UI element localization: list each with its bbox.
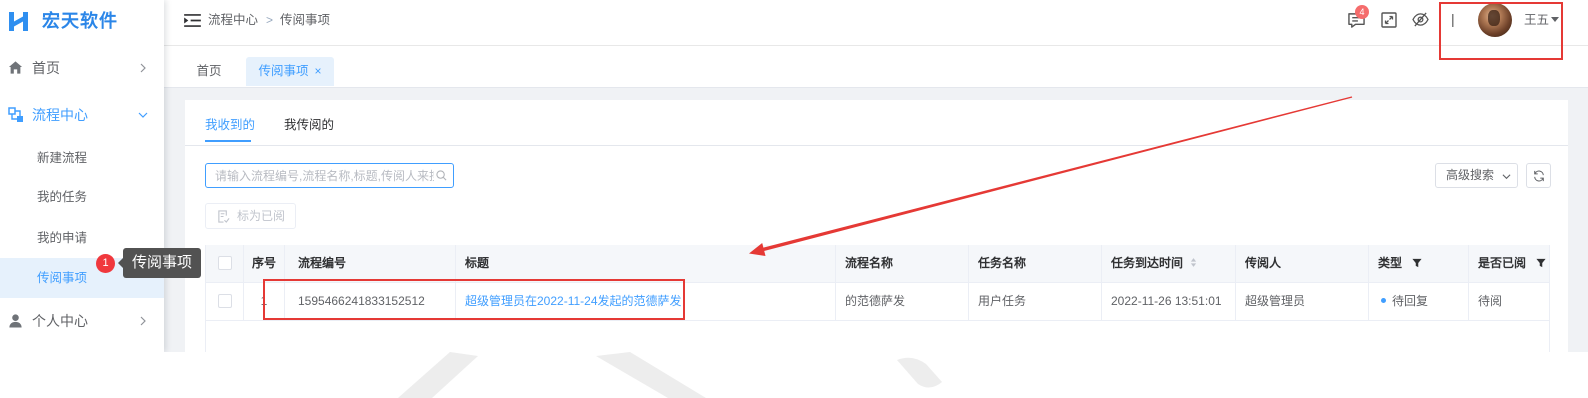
document-check-icon bbox=[217, 210, 230, 223]
type-label: 待回复 bbox=[1392, 294, 1429, 308]
cell-read-status: 待阅 bbox=[1478, 294, 1503, 308]
tab-home[interactable]: 首页 bbox=[185, 57, 233, 86]
sidebar-subitem-my-tasks[interactable]: 我的任务 bbox=[0, 177, 164, 217]
sidebar-subitem-label: 新建流程 bbox=[37, 151, 88, 165]
sidebar: 宏天软件 首页 流程中心 新建流程 我的任务 我的申请 传阅事项 个人中心 bbox=[0, 0, 164, 352]
status-dot-icon bbox=[1381, 298, 1386, 304]
cell-index: 1 bbox=[244, 283, 285, 320]
eye-off-icon[interactable] bbox=[1412, 12, 1429, 27]
avatar[interactable] bbox=[1478, 3, 1512, 37]
sidebar-subitem-new-process[interactable]: 新建流程 bbox=[0, 138, 164, 178]
sidebar-item-flow-center[interactable]: 流程中心 bbox=[0, 97, 164, 133]
cell-process-no: 1595466241833152512 bbox=[285, 283, 456, 320]
column-header-label: 类型 bbox=[1378, 256, 1403, 270]
column-header: 流程名称 bbox=[836, 245, 969, 282]
avatar-photo bbox=[1488, 10, 1500, 26]
advanced-search-button[interactable]: 高级搜索 bbox=[1435, 163, 1518, 188]
sort-icon[interactable] bbox=[1190, 257, 1197, 268]
sidebar-subitem-label: 我的申请 bbox=[37, 231, 88, 245]
mark-read-label: 标为已阅 bbox=[237, 209, 286, 223]
title-link[interactable]: 超级管理员在2022-11-24发起的范德萨发 bbox=[465, 294, 682, 308]
message-count-badge: 4 bbox=[1355, 5, 1369, 19]
caret-down-icon[interactable] bbox=[1551, 17, 1559, 22]
breadcrumb-separator: > bbox=[266, 13, 274, 27]
watermark bbox=[398, 352, 942, 398]
menu-fold-icon[interactable] bbox=[184, 14, 201, 27]
breadcrumb-item[interactable]: 流程中心 bbox=[208, 10, 258, 30]
top-header: 流程中心 > 传阅事项 4 | 王五 bbox=[164, 0, 1588, 46]
tab-sent[interactable]: 我传阅的 bbox=[284, 115, 334, 135]
app-window: 宏天软件 首页 流程中心 新建流程 我的任务 我的申请 传阅事项 个人中心 1 … bbox=[0, 0, 1588, 352]
breadcrumb-current: 传阅事项 bbox=[280, 13, 331, 27]
row-select-cell bbox=[206, 283, 244, 320]
column-header-label: 任务到达时间 bbox=[1111, 256, 1184, 270]
row-checkbox[interactable] bbox=[217, 293, 232, 308]
tab-circulation[interactable]: 传阅事项 × bbox=[246, 57, 334, 86]
circulation-table: 序号 流程编号 标题 流程名称 任务名称 任务到达时间 传阅人 类型 是否已阅 … bbox=[205, 245, 1550, 352]
filter-icon[interactable] bbox=[1536, 258, 1546, 268]
cell-task-name: 用户任务 bbox=[969, 283, 1102, 320]
step-badge: 1 bbox=[96, 254, 115, 273]
sidebar-item-home[interactable]: 首页 bbox=[0, 50, 164, 86]
search-input[interactable] bbox=[206, 164, 434, 187]
sidebar-tooltip: 传阅事项 bbox=[123, 248, 201, 278]
header-divider: | bbox=[1451, 11, 1455, 27]
select-all-cell bbox=[206, 245, 244, 282]
refresh-icon bbox=[1533, 170, 1545, 182]
chevron-down-icon bbox=[138, 110, 148, 120]
tab-label: 传阅事项 bbox=[258, 64, 309, 78]
chevron-right-icon bbox=[138, 316, 148, 326]
active-tab-underline bbox=[205, 140, 251, 142]
filter-icon[interactable] bbox=[1412, 258, 1422, 268]
tabs-divider bbox=[185, 145, 1568, 146]
search-icon[interactable] bbox=[436, 170, 447, 181]
sidebar-item-personal-center[interactable]: 个人中心 bbox=[0, 303, 164, 339]
sidebar-item-label: 流程中心 bbox=[32, 107, 88, 123]
column-header: 序号 bbox=[244, 245, 285, 282]
sidebar-subitem-label: 我的任务 bbox=[37, 190, 88, 204]
search-field[interactable] bbox=[205, 163, 454, 188]
tab-received[interactable]: 我收到的 bbox=[205, 115, 255, 135]
logo-h-icon bbox=[8, 9, 30, 33]
close-icon[interactable]: × bbox=[315, 64, 322, 78]
advanced-search-label: 高级搜索 bbox=[1446, 168, 1495, 182]
user-icon bbox=[8, 313, 24, 329]
home-icon bbox=[8, 60, 24, 76]
column-header-type: 类型 bbox=[1369, 245, 1469, 282]
content-card: 我收到的 我传阅的 高级搜索 标为已阅 bbox=[185, 100, 1568, 352]
column-header-arrival-time[interactable]: 任务到达时间 bbox=[1102, 245, 1236, 282]
column-header-label: 是否已阅 bbox=[1478, 256, 1527, 270]
column-header: 流程编号 bbox=[285, 245, 456, 282]
table-header-row: 序号 流程编号 标题 流程名称 任务名称 任务到达时间 传阅人 类型 是否已阅 bbox=[206, 245, 1549, 283]
sidebar-item-label: 首页 bbox=[32, 60, 60, 76]
user-name[interactable]: 王五 bbox=[1524, 10, 1549, 30]
cell-title: 超级管理员在2022-11-24发起的范德萨发 bbox=[456, 283, 836, 320]
chevron-down-icon bbox=[1502, 172, 1511, 181]
logo-text: 宏天软件 bbox=[42, 11, 118, 31]
column-header: 标题 bbox=[456, 245, 836, 282]
table-row[interactable]: 1 1595466241833152512 超级管理员在2022-11-24发起… bbox=[206, 283, 1549, 321]
column-header-read: 是否已阅 bbox=[1469, 245, 1550, 282]
cell-process-name: 的范德萨发 bbox=[836, 283, 969, 320]
select-all-checkbox[interactable] bbox=[217, 255, 232, 270]
column-header: 任务名称 bbox=[969, 245, 1102, 282]
sidebar-item-label: 个人中心 bbox=[32, 313, 88, 329]
column-header: 传阅人 bbox=[1236, 245, 1369, 282]
tab-label: 首页 bbox=[196, 64, 222, 78]
page-tabs-bar: 首页 传阅事项 × bbox=[164, 46, 1588, 88]
cell-type: 待回复 bbox=[1369, 283, 1469, 320]
refresh-button[interactable] bbox=[1526, 163, 1551, 188]
sidebar-subitem-label: 传阅事项 bbox=[37, 271, 88, 285]
chevron-right-icon bbox=[138, 63, 148, 73]
mark-read-button[interactable]: 标为已阅 bbox=[205, 203, 296, 229]
cell-sender: 超级管理员 bbox=[1236, 283, 1369, 320]
fullscreen-icon[interactable] bbox=[1381, 12, 1397, 28]
flow-icon bbox=[8, 107, 24, 123]
cell-arrival-time: 2022-11-26 13:51:01 bbox=[1102, 283, 1236, 320]
